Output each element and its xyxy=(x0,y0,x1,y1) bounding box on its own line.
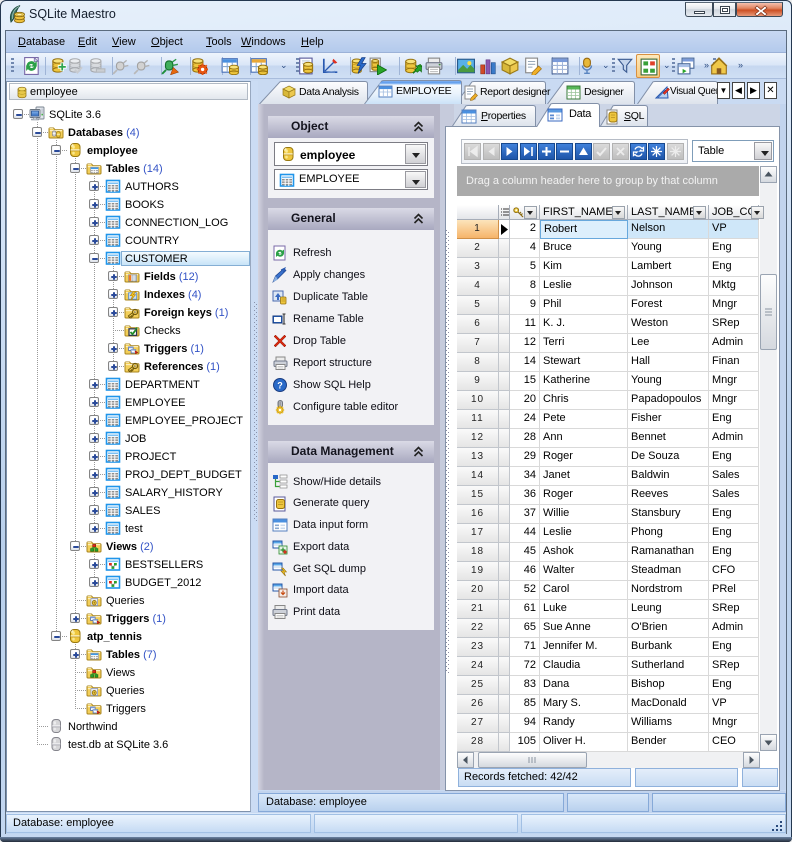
svg-text:?: ? xyxy=(277,381,283,391)
